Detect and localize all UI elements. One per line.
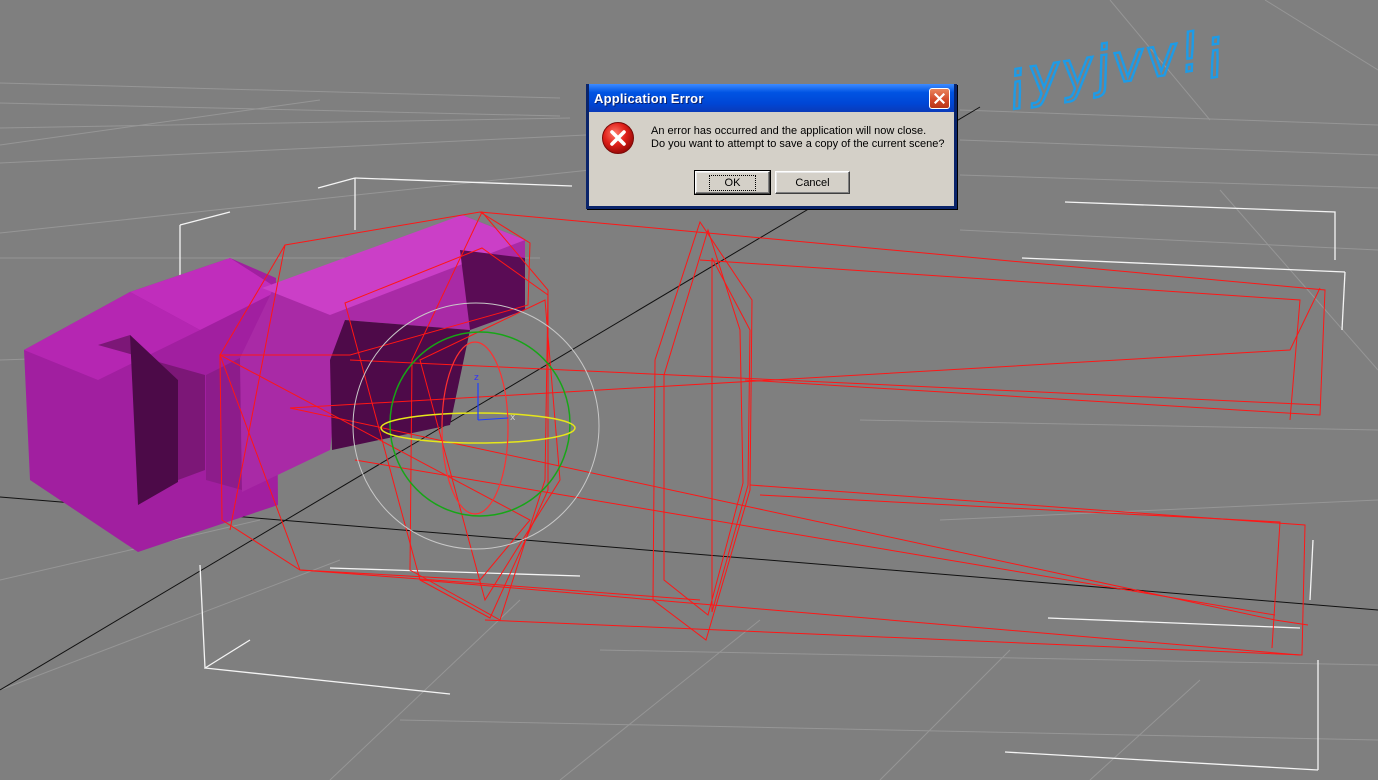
ok-button[interactable]: OK [694, 170, 771, 195]
cancel-button[interactable]: Cancel [775, 171, 850, 194]
gizmo-axis-z-label: z [474, 373, 479, 383]
dialog-body: An error has occurred and the applicatio… [589, 112, 954, 206]
ok-button-label: OK [708, 174, 757, 191]
cancel-button-label: Cancel [795, 176, 830, 189]
error-icon [602, 122, 634, 154]
gizmo-axis-x-label: x [510, 413, 516, 423]
error-message: An error has occurred and the applicatio… [651, 125, 945, 151]
dialog-title: Application Error [594, 90, 704, 106]
error-message-line1: An error has occurred and the applicatio… [651, 125, 927, 137]
error-message-line2: Do you want to attempt to save a copy of… [651, 138, 945, 150]
dialog-titlebar[interactable]: Application Error [589, 84, 954, 112]
application-error-dialog: Application Error An error has occurred … [586, 84, 957, 209]
close-icon [934, 92, 945, 104]
close-button[interactable] [929, 87, 950, 109]
graffiti-scribble: ¡yyjvv!¡ [1000, 16, 1231, 113]
